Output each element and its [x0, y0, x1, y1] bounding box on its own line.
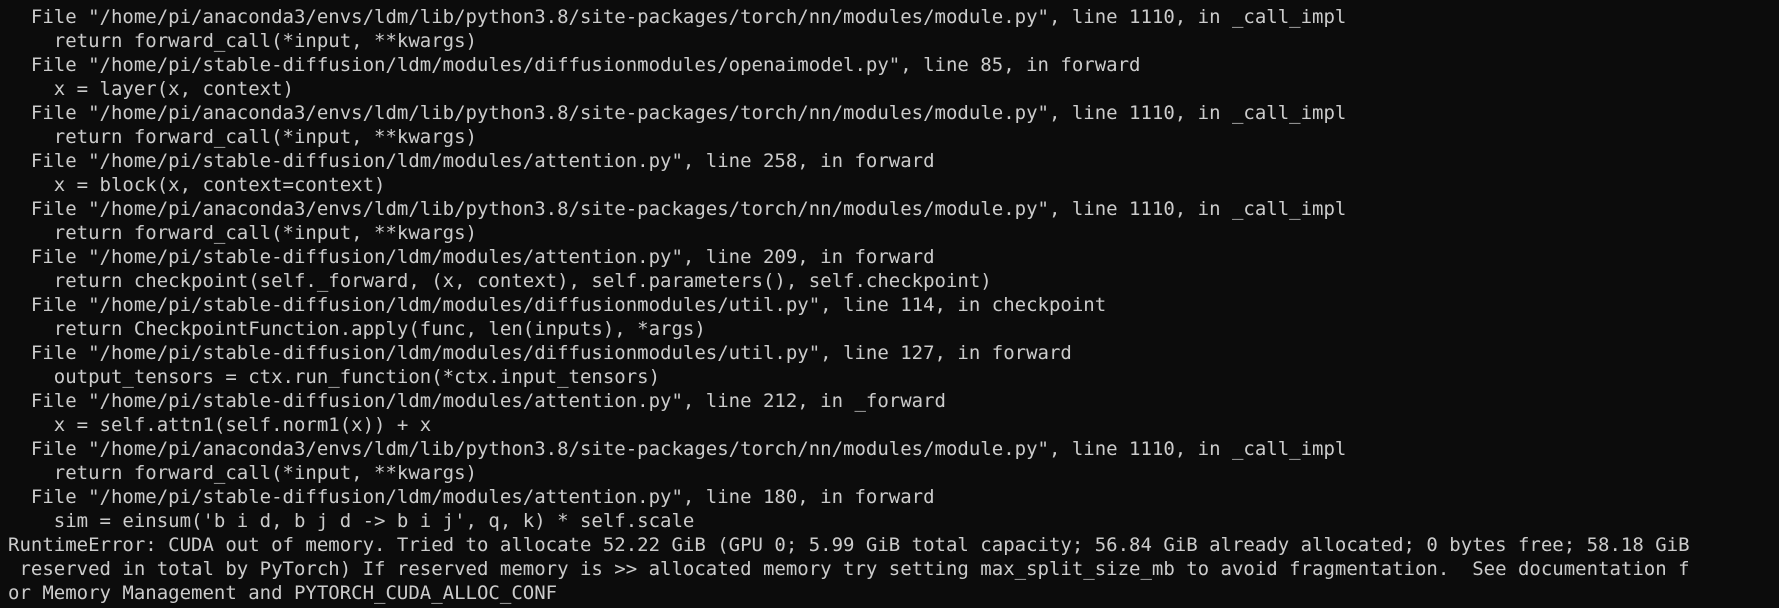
traceback-file-line: File "/home/pi/stable-diffusion/ldm/modu… — [8, 294, 1107, 316]
traceback-file-line: File "/home/pi/anaconda3/envs/ldm/lib/py… — [8, 438, 1347, 460]
error-message-line: RuntimeError: CUDA out of memory. Tried … — [8, 534, 1690, 556]
traceback-file-line: File "/home/pi/stable-diffusion/ldm/modu… — [8, 150, 935, 172]
traceback-file-line: File "/home/pi/anaconda3/envs/ldm/lib/py… — [8, 198, 1347, 220]
traceback-file-line: File "/home/pi/anaconda3/envs/ldm/lib/py… — [8, 102, 1347, 124]
traceback-file-line: File "/home/pi/stable-diffusion/ldm/modu… — [8, 486, 935, 508]
traceback-code-line: sim = einsum('b i d, b j d -> b i j', q,… — [8, 510, 695, 532]
error-message-continuation-line: reserved in total by PyTorch) If reserve… — [8, 558, 1690, 580]
traceback-code-line: return checkpoint(self._forward, (x, con… — [8, 270, 992, 292]
traceback-code-line: return forward_call(*input, **kwargs) — [8, 30, 477, 52]
traceback-code-line: return CheckpointFunction.apply(func, le… — [8, 318, 706, 340]
terminal-output[interactable]: File "/home/pi/anaconda3/envs/ldm/lib/py… — [0, 0, 1779, 608]
traceback-file-line: File "/home/pi/stable-diffusion/ldm/modu… — [8, 246, 935, 268]
traceback-code-line: x = self.attn1(self.norm1(x)) + x — [8, 414, 432, 436]
error-message-continuation-line: or Memory Management and PYTORCH_CUDA_AL… — [8, 582, 558, 604]
traceback-code-line: output_tensors = ctx.run_function(*ctx.i… — [8, 366, 661, 388]
traceback-file-line: File "/home/pi/stable-diffusion/ldm/modu… — [8, 54, 1141, 76]
traceback-code-line: return forward_call(*input, **kwargs) — [8, 462, 477, 484]
traceback-code-line: x = block(x, context=context) — [8, 174, 386, 196]
traceback-file-line: File "/home/pi/anaconda3/envs/ldm/lib/py… — [8, 6, 1347, 28]
traceback-code-line: return forward_call(*input, **kwargs) — [8, 126, 477, 148]
traceback-code-line: x = layer(x, context) — [8, 78, 294, 100]
traceback-code-line: return forward_call(*input, **kwargs) — [8, 222, 477, 244]
traceback-file-line: File "/home/pi/stable-diffusion/ldm/modu… — [8, 390, 946, 412]
traceback-file-line: File "/home/pi/stable-diffusion/ldm/modu… — [8, 342, 1072, 364]
